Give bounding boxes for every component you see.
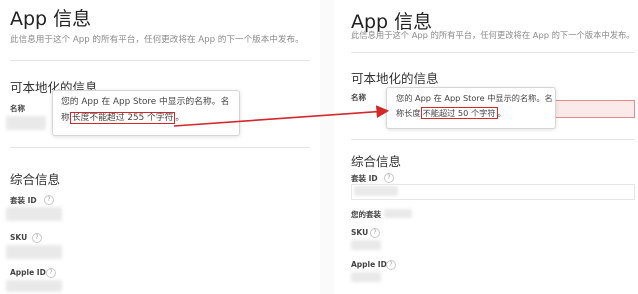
tooltip-text-line1: 您的 App 在 App Store 中显示的名称。名 — [61, 97, 230, 107]
tooltip-text-suffix: 。 — [497, 108, 506, 118]
help-icon[interactable]: ? — [370, 228, 380, 238]
apple-id-label: Apple ID — [10, 268, 46, 277]
max-length-highlight: 不能超过 50 个字符 — [420, 107, 498, 119]
bundle-id-value-blurred — [354, 186, 398, 196]
tooltip-text-prefix: 称长度 — [396, 108, 421, 118]
your-bundle-value-blurred — [384, 209, 412, 218]
divider — [351, 52, 634, 53]
help-icon[interactable]: ? — [46, 268, 56, 278]
help-icon[interactable]: ? — [44, 195, 54, 205]
divider — [351, 139, 634, 140]
page-title: App 信息 — [10, 8, 92, 30]
help-icon[interactable]: ? — [384, 173, 394, 183]
localizable-section-title: 可本地化的信息 — [351, 71, 439, 86]
name-tooltip: 您的 App 在 App Store 中显示的名称。名 称长度 不能超过 50 个… — [386, 87, 556, 129]
apple-id-label: Apple ID — [351, 260, 387, 269]
app-info-panel-old: App 信息 此信息用于这个 App 的所有平台，任何更改将在 App 的下一个… — [0, 0, 320, 294]
bundle-id-label: 套装 ID — [10, 196, 37, 205]
tooltip-text-prefix: 称 — [61, 113, 70, 123]
general-section-title: 综合信息 — [351, 154, 402, 169]
panel-gap — [320, 0, 334, 294]
max-length-highlight: 长度不能超过 255 个字符 — [69, 112, 176, 124]
divider — [10, 147, 310, 148]
name-label: 名称 — [351, 93, 366, 102]
tooltip-text-suffix: 。 — [175, 113, 185, 123]
your-bundle-label: 您的套装 — [351, 210, 381, 219]
sku-value-blurred — [351, 240, 381, 250]
page-subtitle: 此信息用于这个 App 的所有平台，任何更改将在 App 的下一个版本中发布。 — [10, 35, 304, 45]
sku-value-blurred — [6, 245, 62, 259]
bundle-id-label: 套装 ID — [351, 174, 378, 183]
name-label: 名称 — [10, 104, 25, 113]
tooltip-text-line1: 您的 App 在 App Store 中显示的名称。名 — [396, 93, 553, 103]
help-icon[interactable]: ? — [386, 260, 396, 270]
general-section-title: 综合信息 — [10, 172, 61, 187]
sku-label: SKU — [351, 228, 369, 237]
apple-id-value-blurred — [6, 280, 62, 292]
divider — [10, 60, 310, 61]
page-subtitle: 此信息用于这个 App 的所有平台，任何更改将在 App 的下一个版本中发布。 — [351, 30, 635, 40]
name-field-blurred[interactable] — [6, 116, 46, 130]
help-icon[interactable]: ? — [32, 233, 42, 243]
apple-id-value-blurred — [351, 272, 381, 282]
sku-label: SKU — [10, 233, 28, 242]
bundle-id-field-blurred[interactable] — [6, 207, 62, 221]
name-tooltip: 您的 App 在 App Store 中显示的名称。名 称长度不能超过 255 … — [52, 90, 240, 136]
app-info-panel-new: App 信息 此信息用于这个 App 的所有平台，任何更改将在 App 的下一个… — [334, 0, 638, 294]
